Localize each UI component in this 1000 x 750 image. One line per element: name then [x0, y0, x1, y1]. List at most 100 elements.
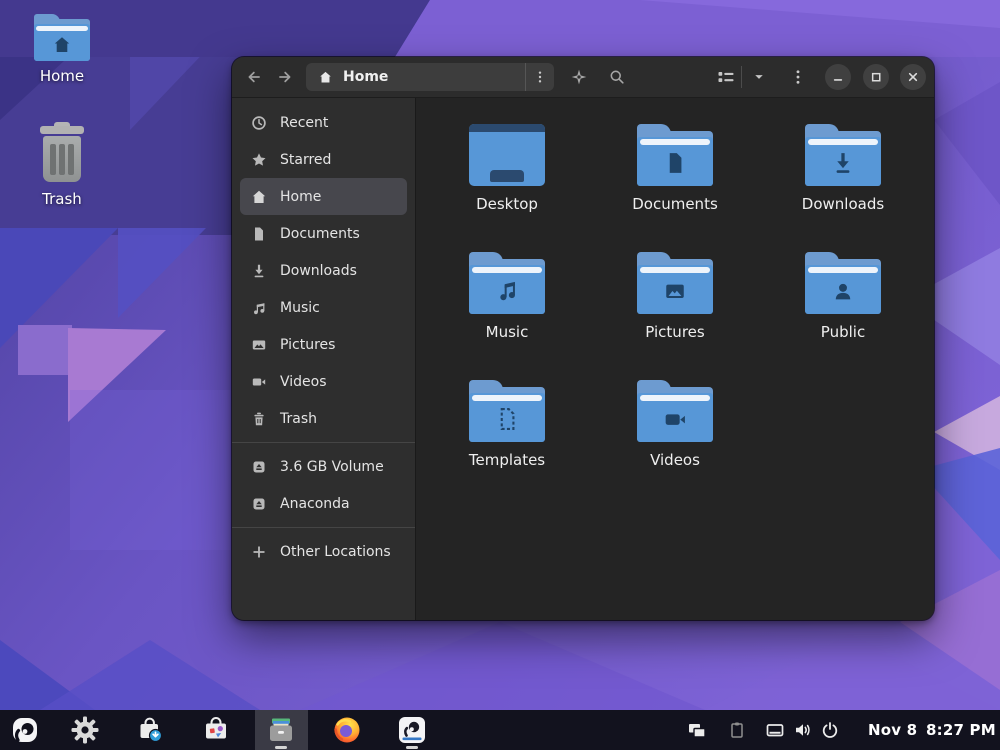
sidebar-item-music[interactable]: Music	[240, 289, 407, 326]
trash-icon	[251, 411, 267, 427]
forward-button[interactable]	[273, 65, 297, 89]
file-label: Documents	[632, 195, 718, 213]
firefox-icon	[332, 715, 362, 745]
file-item-desktop[interactable]: Desktop	[423, 124, 591, 252]
tray-power[interactable]	[820, 720, 840, 740]
download-glyph-icon	[829, 149, 857, 177]
files-cabinet-icon	[266, 715, 296, 745]
sidebar-item-volume[interactable]: 3.6 GB Volume	[240, 448, 407, 485]
sidebar-item-label: Downloads	[280, 263, 357, 279]
taskbar-app-settings[interactable]	[70, 715, 100, 745]
file-item-music[interactable]: Music	[423, 252, 591, 380]
sidebar-item-label: Home	[280, 189, 321, 205]
tray-clipboard[interactable]	[727, 720, 747, 740]
sidebar-item-label: Starred	[280, 152, 331, 168]
display-icon	[765, 720, 785, 740]
download-icon	[251, 263, 267, 279]
drive-eject-icon	[251, 496, 267, 512]
sidebar-item-starred[interactable]: Starred	[240, 141, 407, 178]
close-button[interactable]	[900, 64, 926, 90]
sidebar-item-anaconda-volume[interactable]: Anaconda	[240, 485, 407, 522]
file-item-pictures[interactable]: Pictures	[591, 252, 759, 380]
taskbar-app-files[interactable]	[266, 715, 296, 745]
folder-download-icon	[805, 124, 881, 186]
workspaces-icon	[687, 720, 707, 740]
tray-volume[interactable]	[793, 720, 813, 740]
sidebar-item-documents[interactable]: Documents	[240, 215, 407, 252]
sidebar-separator	[232, 527, 415, 528]
minimize-button[interactable]	[825, 64, 851, 90]
running-indicator	[275, 746, 287, 749]
search-button[interactable]	[605, 65, 629, 89]
file-item-downloads[interactable]: Downloads	[759, 124, 927, 252]
taskbar-app-firefox[interactable]	[332, 715, 362, 745]
template-glyph-icon	[493, 405, 521, 433]
path-bar[interactable]: Home	[306, 63, 554, 91]
menu-kebab-icon	[789, 68, 807, 86]
file-item-public[interactable]: Public	[759, 252, 927, 380]
sidebar-item-label: Other Locations	[280, 544, 391, 560]
close-icon	[903, 67, 923, 87]
file-label: Music	[486, 323, 529, 341]
plus-icon	[251, 544, 267, 560]
home-glyph-icon	[50, 33, 74, 57]
sidebar-item-recent[interactable]: Recent	[240, 104, 407, 141]
desktop-icon-label: Trash	[42, 190, 82, 208]
back-icon	[243, 66, 265, 88]
desktop-icon-trash[interactable]: Trash	[10, 122, 114, 208]
software-update-bag-icon	[136, 715, 166, 745]
sidebar-item-home[interactable]: Home	[240, 178, 407, 215]
music-note-icon	[251, 300, 267, 316]
document-glyph-icon	[661, 149, 689, 177]
anaconda-installer-icon	[10, 715, 40, 745]
tray-workspaces[interactable]	[687, 720, 707, 740]
taskbar-app-software-store[interactable]	[201, 715, 231, 745]
software-store-bag-icon	[201, 715, 231, 745]
power-icon	[820, 720, 840, 740]
taskbar-app-anaconda[interactable]	[10, 715, 40, 745]
view-options-button[interactable]	[747, 65, 771, 89]
clock-date[interactable]: Nov 8	[868, 721, 917, 739]
sidebar-item-downloads[interactable]: Downloads	[240, 252, 407, 289]
video-glyph-icon	[661, 405, 689, 433]
video-camera-icon	[251, 374, 267, 390]
view-toggle-button[interactable]	[714, 65, 738, 89]
file-item-templates[interactable]: Templates	[423, 380, 591, 508]
file-label: Public	[821, 323, 865, 341]
tray-display[interactable]	[765, 720, 785, 740]
sidebar-item-label: Pictures	[280, 337, 335, 353]
folder-template-icon	[469, 380, 545, 442]
titlebar[interactable]: Home	[232, 57, 934, 98]
toolbar-divider	[741, 66, 742, 88]
document-icon	[251, 226, 267, 242]
forward-icon	[274, 66, 296, 88]
file-label: Downloads	[802, 195, 884, 213]
minimize-icon	[828, 67, 848, 87]
back-button[interactable]	[242, 65, 266, 89]
maximize-button[interactable]	[863, 64, 889, 90]
path-menu-button[interactable]	[525, 63, 554, 91]
file-item-documents[interactable]: Documents	[591, 124, 759, 252]
sidebar-item-other-locations[interactable]: Other Locations	[240, 533, 407, 570]
star-location-button[interactable]	[567, 65, 591, 89]
taskbar-app-software-update[interactable]	[136, 715, 166, 745]
desktop-icon-home[interactable]: Home	[10, 14, 114, 85]
taskbar: Nov 8 8:27 PM	[0, 710, 1000, 750]
person-glyph-icon	[829, 277, 857, 305]
music-glyph-icon	[493, 277, 521, 305]
sidebar-item-label: Anaconda	[280, 496, 350, 512]
clock-time[interactable]: 8:27 PM	[926, 721, 996, 739]
sidebar-item-trash[interactable]: Trash	[240, 400, 407, 437]
sidebar-item-label: Recent	[280, 115, 328, 131]
sidebar-item-videos[interactable]: Videos	[240, 363, 407, 400]
taskbar-app-anaconda-window[interactable]	[397, 715, 427, 745]
folder-music-icon	[469, 252, 545, 314]
file-label: Templates	[469, 451, 545, 469]
sidebar-item-label: Documents	[280, 226, 360, 242]
window-menu-button[interactable]	[786, 65, 810, 89]
folder-public-icon	[805, 252, 881, 314]
folder-picture-icon	[637, 252, 713, 314]
sidebar-item-pictures[interactable]: Pictures	[240, 326, 407, 363]
picture-icon	[251, 337, 267, 353]
file-item-videos[interactable]: Videos	[591, 380, 759, 508]
